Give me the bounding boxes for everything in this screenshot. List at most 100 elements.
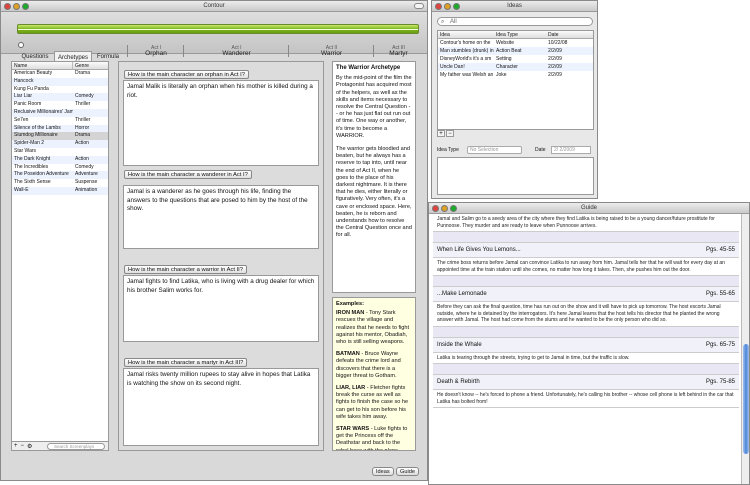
table-row[interactable]: My father was Welsh an Joke 2/2/09	[438, 71, 593, 79]
answer-field-warrior[interactable]: Jamal fights to find Latika, who is livi…	[123, 275, 319, 342]
scroll-thumb[interactable]	[743, 344, 749, 454]
example-film: IRON MAN	[336, 310, 365, 317]
idea-type-cell: Character	[496, 64, 518, 70]
close-icon[interactable]	[4, 3, 11, 10]
answer-field-wanderer[interactable]: Jamal is a wanderer as he goes through h…	[123, 185, 319, 249]
idea-text-area[interactable]	[437, 157, 594, 195]
list-item[interactable]: The Poseidon Adventure Adventure	[12, 171, 108, 180]
guide-content: Jamal and Salim go to a seedy area of th…	[433, 214, 739, 484]
ideas-button[interactable]: Ideas	[372, 467, 394, 476]
act-orphan[interactable]: Act I Orphan	[127, 45, 182, 57]
act-warrior[interactable]: Act II Warrior	[288, 45, 372, 57]
list-item[interactable]: Silence of the Lambs Horror	[12, 124, 108, 133]
idea-cell: Uncle Dan!	[440, 64, 465, 70]
close-icon[interactable]	[432, 205, 439, 212]
timeline-track[interactable]	[17, 24, 419, 34]
close-icon[interactable]	[435, 3, 442, 10]
table-row[interactable]: Man stumbles (drunk) in Action Beat 2/2/09	[438, 47, 593, 55]
question-button-wanderer[interactable]: How is the main character a wanderer in …	[124, 170, 252, 179]
ideas-table: Idea Idea Type Date Contour's home on th…	[437, 30, 594, 130]
window-controls	[435, 3, 460, 10]
list-item[interactable]: Hancock	[12, 77, 108, 86]
timeline-playhead[interactable]	[18, 42, 24, 48]
table-row[interactable]: DisneyWorld's it's a sm Setting 2/2/09	[438, 55, 593, 63]
section-title: Death & Rebirth	[437, 379, 480, 385]
list-item[interactable]: Slumdog Millionaire Drama	[12, 132, 108, 141]
minimize-icon[interactable]	[444, 3, 451, 10]
screenplay-name: Star Wars	[14, 147, 37, 154]
question-button-warrior[interactable]: How is the main character a warrior in A…	[124, 265, 248, 274]
section-title: When Life Gives You Lemons...	[437, 247, 521, 253]
question-button-martyr[interactable]: How is the main character a martyr in Ac…	[124, 358, 248, 367]
list-item[interactable]: The Sixth Sense Suspense	[12, 179, 108, 187]
minimize-icon[interactable]	[441, 205, 448, 212]
guide-scrollbar[interactable]	[741, 214, 749, 484]
search-placeholder: All	[450, 19, 457, 25]
list-item[interactable]: Liar Liar Comedy	[12, 93, 108, 102]
guide-section-heading: ...Make Lemonade Pgs. 55-65	[433, 287, 739, 302]
ideas-window: Ideas ⌕ All Idea Idea Type Date Contour'…	[431, 0, 598, 199]
list-item[interactable]: Spider-Man 2 Action	[12, 140, 108, 148]
window-controls	[432, 205, 457, 212]
minimize-icon[interactable]	[13, 3, 20, 10]
contour-window: Contour Questions Archetypes Formula Act…	[0, 0, 428, 481]
zoom-icon[interactable]	[450, 205, 457, 212]
list-item[interactable]: American Beauty Drama	[12, 70, 108, 78]
examples-title: Examples:	[336, 301, 364, 307]
window-controls	[4, 3, 29, 10]
guide-section-text[interactable]: Jamal and Salim go to a seedy area of th…	[433, 214, 739, 232]
list-item[interactable]: Kung Fu Panda	[12, 86, 108, 94]
zoom-icon[interactable]	[453, 3, 460, 10]
zoom-icon[interactable]	[22, 3, 29, 10]
act-wanderer[interactable]: Act I Wanderer	[183, 45, 287, 57]
toolbar-toggle-icon[interactable]	[414, 3, 424, 9]
search-icon: ⌕	[441, 19, 445, 25]
add-idea-icon[interactable]: +	[437, 130, 445, 137]
example-film: BATMAN	[336, 351, 360, 358]
answer-field-martyr[interactable]: Jamal risks twenty million rupees to sta…	[123, 368, 319, 446]
screenplay-name: Kung Fu Panda	[14, 85, 49, 92]
guide-section-text[interactable]: Latika is tearing through the streets, t…	[433, 352, 739, 364]
section-pages: Pgs. 65-75	[705, 341, 735, 348]
screenplay-genre: Action	[75, 155, 89, 162]
guide-button[interactable]: Guide	[396, 467, 419, 476]
archetype-paragraph: By the mid-point of the film the Protago…	[336, 75, 412, 139]
list-item[interactable]: The Dark Knight Action	[12, 155, 108, 164]
section-spacer	[433, 326, 739, 338]
column-genre[interactable]: Genre	[73, 62, 89, 69]
action-icon[interactable]: ⚙	[27, 443, 32, 450]
guide-section-text[interactable]: He doesn't know -- he's forced to phone …	[433, 390, 739, 408]
screenplay-name: American Beauty	[14, 70, 53, 76]
column-date[interactable]: Date	[546, 31, 559, 38]
table-row[interactable]: Contour's home on the Website 10/22/08	[438, 39, 593, 47]
answer-field-orphan[interactable]: Jamal Malik is literally an orphan when …	[123, 80, 319, 166]
list-item[interactable]: Wall-E Animation	[12, 186, 108, 195]
guide-section-text[interactable]: Before they can ask the final question, …	[433, 302, 739, 327]
question-button-orphan[interactable]: How is the main character an orphan in A…	[124, 70, 249, 79]
list-item[interactable]: The Incredibles Comedy	[12, 164, 108, 172]
list-item[interactable]: Star Wars	[12, 148, 108, 156]
table-row[interactable]: Uncle Dan! Character 2/2/09	[438, 63, 593, 71]
date-cell: 2/2/09	[548, 48, 562, 54]
add-icon[interactable]: +	[14, 443, 18, 449]
idea-type-select[interactable]: No Selection	[467, 146, 522, 154]
column-idea[interactable]: Idea	[438, 31, 494, 38]
screenplay-search-input[interactable]: Search Screenplays	[47, 443, 105, 450]
example-film: LIAR, LIAR	[336, 385, 366, 392]
screenplay-genre: Thriller	[75, 116, 91, 123]
column-idea-type[interactable]: Idea Type	[494, 31, 546, 38]
ideas-search-input[interactable]: ⌕ All	[437, 17, 593, 26]
idea-cell: My father was Welsh an	[440, 72, 494, 78]
list-item[interactable]: Panic Room Thriller	[12, 101, 108, 109]
remove-idea-icon[interactable]: −	[446, 130, 454, 137]
list-item[interactable]: Reclusive Millionaires' Jam	[12, 108, 108, 117]
guide-section-text[interactable]: The crime boss returns before Jamal can …	[433, 258, 739, 276]
act-martyr[interactable]: Act III Martyr	[373, 45, 421, 57]
date-field[interactable]: 2/ 2/2009	[551, 146, 591, 154]
ideas-table-header: Idea Idea Type Date	[438, 31, 593, 39]
list-item[interactable]: Se7en Thriller	[12, 117, 108, 125]
remove-icon[interactable]: −	[21, 443, 25, 449]
column-name[interactable]: Name	[12, 62, 73, 69]
screenplay-genre: Drama	[75, 132, 91, 139]
screenplay-name: Reclusive Millionaires' Jam	[14, 108, 73, 115]
